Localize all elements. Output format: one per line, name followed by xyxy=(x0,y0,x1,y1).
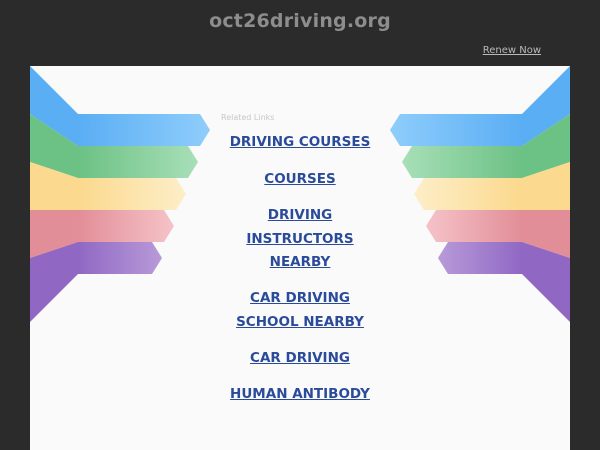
right-ribbon-yellow xyxy=(414,178,522,210)
right-ribbon-green xyxy=(402,146,522,178)
left-ribbon-blue xyxy=(78,114,210,146)
link-driving-courses[interactable]: DRIVING COURSES xyxy=(210,131,390,155)
right-ribbon-purple xyxy=(438,242,522,274)
link-driving-instructors-nearby[interactable]: DRIVING INSTRUCTORS NEARBY xyxy=(239,204,361,275)
link-courses[interactable]: COURSES xyxy=(210,168,390,192)
related-links-label: Related Links xyxy=(221,113,275,122)
left-ribbon-green xyxy=(78,146,198,178)
left-ribbon-yellow xyxy=(78,178,186,210)
content-panel: Related Links DRIVING COURSES COURSES DR… xyxy=(30,66,570,450)
link-car-driving[interactable]: CAR DRIVING xyxy=(210,347,390,371)
domain-title: oct26driving.org xyxy=(209,10,391,32)
right-ribbon-blue xyxy=(390,114,522,146)
renew-now-link[interactable]: Renew Now xyxy=(483,45,541,56)
link-human-antibody[interactable]: HUMAN ANTIBODY xyxy=(210,383,390,407)
left-ribbon-purple xyxy=(78,242,162,274)
left-ribbon-pink xyxy=(78,210,174,242)
link-car-driving-school-nearby[interactable]: CAR DRIVING SCHOOL NEARBY xyxy=(231,287,369,334)
right-ribbon-pink xyxy=(426,210,522,242)
